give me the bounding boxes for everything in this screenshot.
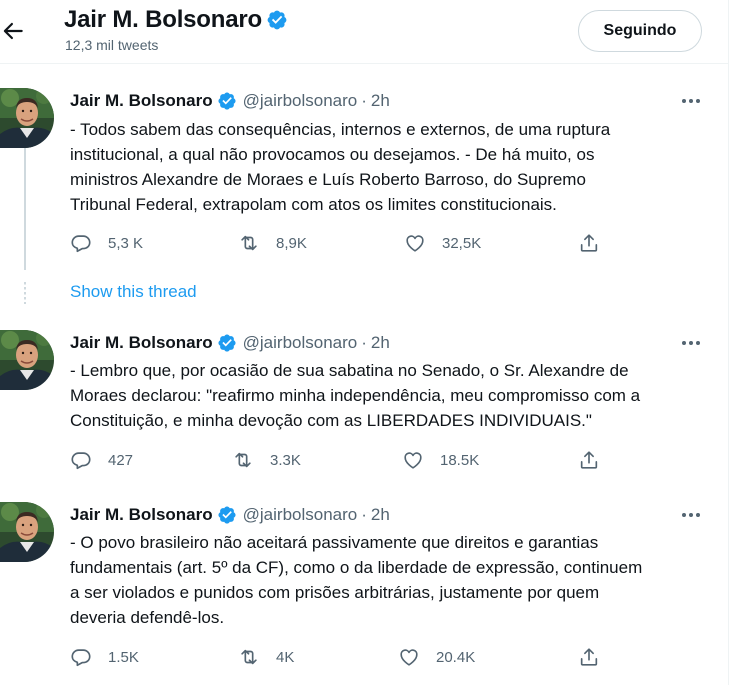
- show-thread-link[interactable]: Show this thread: [70, 282, 197, 302]
- like-button[interactable]: 20.4K: [398, 646, 475, 668]
- verified-badge-icon: [217, 91, 237, 111]
- reply-icon: [70, 449, 92, 471]
- tweet-timestamp[interactable]: 2h: [371, 91, 390, 111]
- retweet-button[interactable]: 8,9K: [238, 232, 307, 254]
- retweet-button[interactable]: 3.3K: [232, 449, 301, 471]
- retweet-button[interactable]: 4K: [238, 646, 294, 668]
- separator-dot: ·: [361, 91, 367, 110]
- share-icon: [578, 232, 600, 254]
- heart-icon: [402, 449, 424, 471]
- tweet-header: Jair M. Bolsonaro @jairbolsonaro · 2h: [70, 91, 390, 111]
- avatar[interactable]: [0, 330, 54, 390]
- tweet-actions: 5,3 K 8,9K 32,5K: [70, 232, 610, 256]
- like-count: 20.4K: [436, 648, 476, 666]
- following-button[interactable]: Seguindo: [578, 10, 702, 52]
- tweet-actions: 427 3.3K 18.5K: [70, 449, 610, 473]
- tweet-count: 12,3 mil tweets: [65, 37, 159, 53]
- like-count: 18.5K: [440, 451, 480, 469]
- more-options-icon[interactable]: [680, 510, 702, 520]
- share-button[interactable]: [578, 646, 600, 668]
- share-button[interactable]: [578, 449, 600, 471]
- tweet-header: Jair M. Bolsonaro @jairbolsonaro · 2h: [70, 333, 390, 353]
- tweet-text: - Todos sabem das consequências, interno…: [70, 117, 710, 217]
- tweet-text-line: deveria defendê-los.: [70, 608, 225, 627]
- retweet-count: 3.3K: [270, 451, 301, 469]
- tweet-text-line: a ser violados e punidos com prisões arb…: [70, 583, 600, 602]
- author-name[interactable]: Jair M. Bolsonaro: [70, 333, 213, 353]
- reply-icon: [70, 646, 92, 668]
- tweet-text-line: - Lembro que, por ocasião de sua sabatin…: [70, 361, 629, 380]
- thread-gap-dots: [24, 282, 26, 304]
- tweet-text-line: ministros Alexandre de Moraes e Luís Rob…: [70, 170, 586, 189]
- profile-name: Jair M. Bolsonaro: [64, 6, 262, 33]
- share-button[interactable]: [578, 232, 600, 254]
- more-options-icon[interactable]: [680, 338, 702, 348]
- tweet-timestamp[interactable]: 2h: [371, 505, 390, 525]
- column-divider: [728, 0, 729, 685]
- separator-dot: ·: [361, 505, 367, 524]
- tweet-actions: 1.5K 4K 20.4K: [70, 646, 610, 670]
- author-handle[interactable]: @jairbolsonaro: [243, 91, 358, 111]
- tweet-header: Jair M. Bolsonaro @jairbolsonaro · 2h: [70, 505, 390, 525]
- retweet-count: 4K: [276, 648, 295, 666]
- retweet-count: 8,9K: [276, 234, 307, 252]
- tweet-text-line: institucional, a qual não provocamos ou …: [70, 145, 595, 164]
- verified-badge-icon: [217, 333, 237, 353]
- author-handle[interactable]: @jairbolsonaro: [243, 505, 358, 525]
- more-options-icon[interactable]: [680, 96, 702, 106]
- reply-icon: [70, 232, 92, 254]
- profile-name-heading: Jair M. Bolsonaro: [64, 6, 288, 34]
- like-button[interactable]: 18.5K: [402, 449, 479, 471]
- reply-count: 5,3 K: [108, 234, 144, 252]
- tweet-text-line: Tribunal Federal, extrapolam com atos os…: [70, 195, 557, 214]
- tweet-timestamp[interactable]: 2h: [371, 333, 390, 353]
- retweet-icon: [238, 232, 260, 254]
- share-icon: [578, 646, 600, 668]
- verified-badge-icon: [266, 9, 288, 31]
- back-arrow-icon[interactable]: [0, 18, 26, 44]
- author-name[interactable]: Jair M. Bolsonaro: [70, 505, 213, 525]
- reply-button[interactable]: 1.5K: [70, 646, 139, 668]
- author-handle[interactable]: @jairbolsonaro: [243, 333, 358, 353]
- reply-button[interactable]: 5,3 K: [70, 232, 143, 254]
- tweet-text: - Lembro que, por ocasião de sua sabatin…: [70, 358, 710, 433]
- like-button[interactable]: 32,5K: [404, 232, 481, 254]
- heart-icon: [404, 232, 426, 254]
- separator-dot: ·: [361, 333, 367, 352]
- thread-connector-line: [24, 148, 26, 270]
- tweet-text-line: Constituição, e minha devoção com as LIB…: [70, 411, 592, 430]
- tweet-text-line: - Todos sabem das consequências, interno…: [70, 120, 611, 139]
- verified-badge-icon: [217, 505, 237, 525]
- avatar[interactable]: [0, 502, 54, 562]
- reply-count: 427: [108, 451, 134, 469]
- tweet-text-line: - O povo brasileiro não aceitará passiva…: [70, 533, 599, 552]
- retweet-icon: [238, 646, 260, 668]
- profile-header: Jair M. Bolsonaro 12,3 mil tweets Seguin…: [0, 0, 728, 64]
- share-icon: [578, 449, 600, 471]
- author-name[interactable]: Jair M. Bolsonaro: [70, 91, 213, 111]
- retweet-icon: [232, 449, 254, 471]
- like-count: 32,5K: [442, 234, 482, 252]
- avatar[interactable]: [0, 88, 54, 148]
- tweet-text: - O povo brasileiro não aceitará passiva…: [70, 530, 710, 630]
- reply-button[interactable]: 427: [70, 449, 133, 471]
- tweet-text-line: fundamentais (art. 5º da CF), como o da …: [70, 558, 643, 577]
- reply-count: 1.5K: [108, 648, 139, 666]
- heart-icon: [398, 646, 420, 668]
- tweet-text-line: Moraes declarou: "reafirmo minha indepen…: [70, 386, 641, 405]
